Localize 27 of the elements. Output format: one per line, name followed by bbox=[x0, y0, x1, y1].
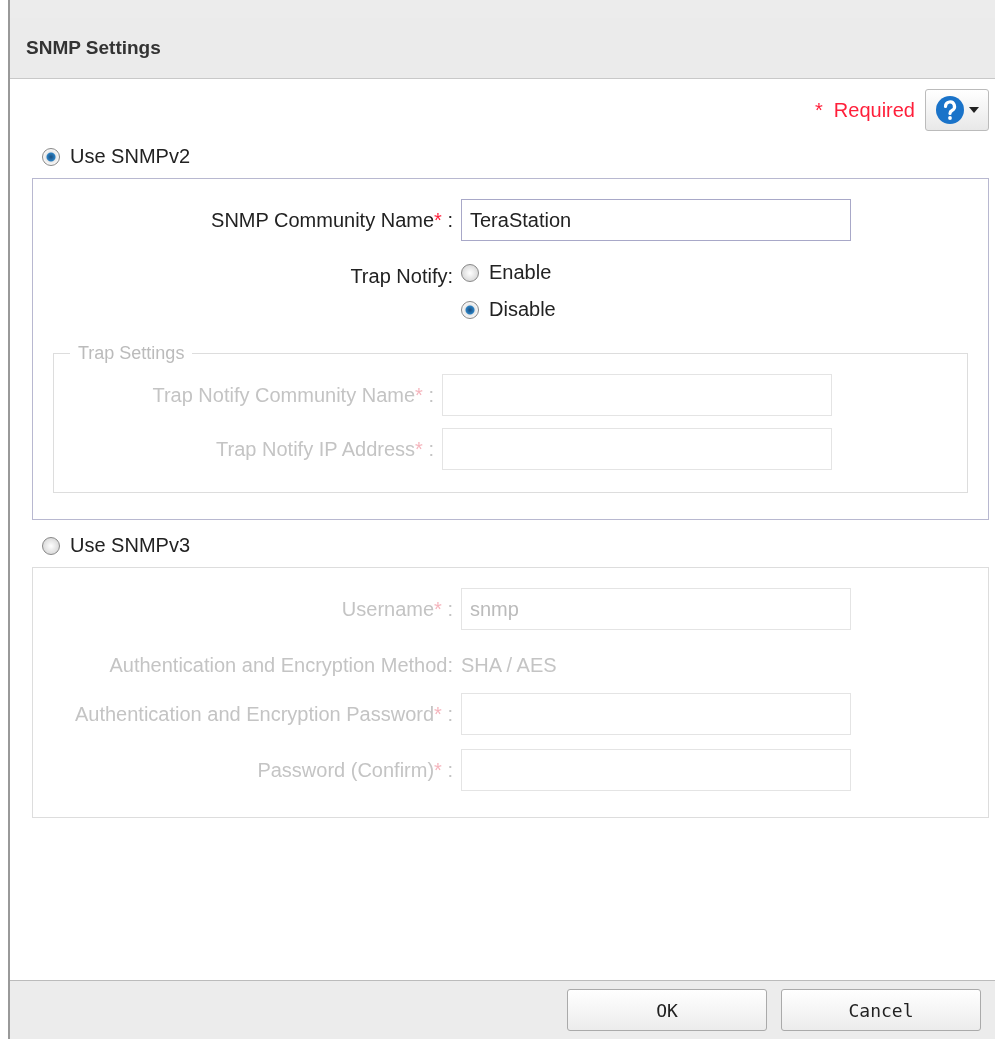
version-radio[interactable]: Use SNMPv2 bbox=[42, 145, 191, 168]
dialog-button[interactable]: OK bbox=[567, 989, 767, 1031]
radio-option[interactable]: Enable bbox=[461, 261, 552, 284]
help-button[interactable] bbox=[925, 89, 989, 131]
field-label: Username* : bbox=[340, 597, 453, 622]
required-note: * Required bbox=[814, 98, 915, 122]
radio-button[interactable] bbox=[461, 263, 479, 282]
field-label: Password (Confirm)* : bbox=[256, 758, 453, 783]
radio-option[interactable]: Disable bbox=[461, 298, 556, 321]
field-label: Trap Notify IP Address* : bbox=[215, 437, 434, 462]
radio-label: Disable bbox=[489, 298, 556, 321]
field-value: SHA / AES bbox=[461, 653, 558, 678]
field-label: Trap Notify: bbox=[349, 264, 453, 289]
field-label: SNMP Community Name* : bbox=[210, 208, 453, 233]
help-icon bbox=[935, 95, 965, 125]
radio-label: Use SNMPv2 bbox=[70, 145, 191, 168]
radio-button[interactable] bbox=[461, 300, 479, 319]
caret-icon bbox=[969, 107, 979, 113]
radio-label: Enable bbox=[489, 261, 552, 284]
group-legend: Trap Settings bbox=[70, 343, 193, 364]
field-label: Authentication and Encryption Method: bbox=[108, 653, 453, 678]
field-label: Trap Notify Community Name* : bbox=[151, 383, 434, 408]
text-field[interactable]: TeraStation bbox=[461, 199, 851, 241]
dialog-button[interactable]: Cancel bbox=[781, 989, 981, 1031]
radio-label: Use SNMPv3 bbox=[70, 534, 191, 557]
radio-button[interactable] bbox=[42, 147, 60, 166]
field-label: Authentication and Encryption Password* : bbox=[73, 702, 453, 727]
